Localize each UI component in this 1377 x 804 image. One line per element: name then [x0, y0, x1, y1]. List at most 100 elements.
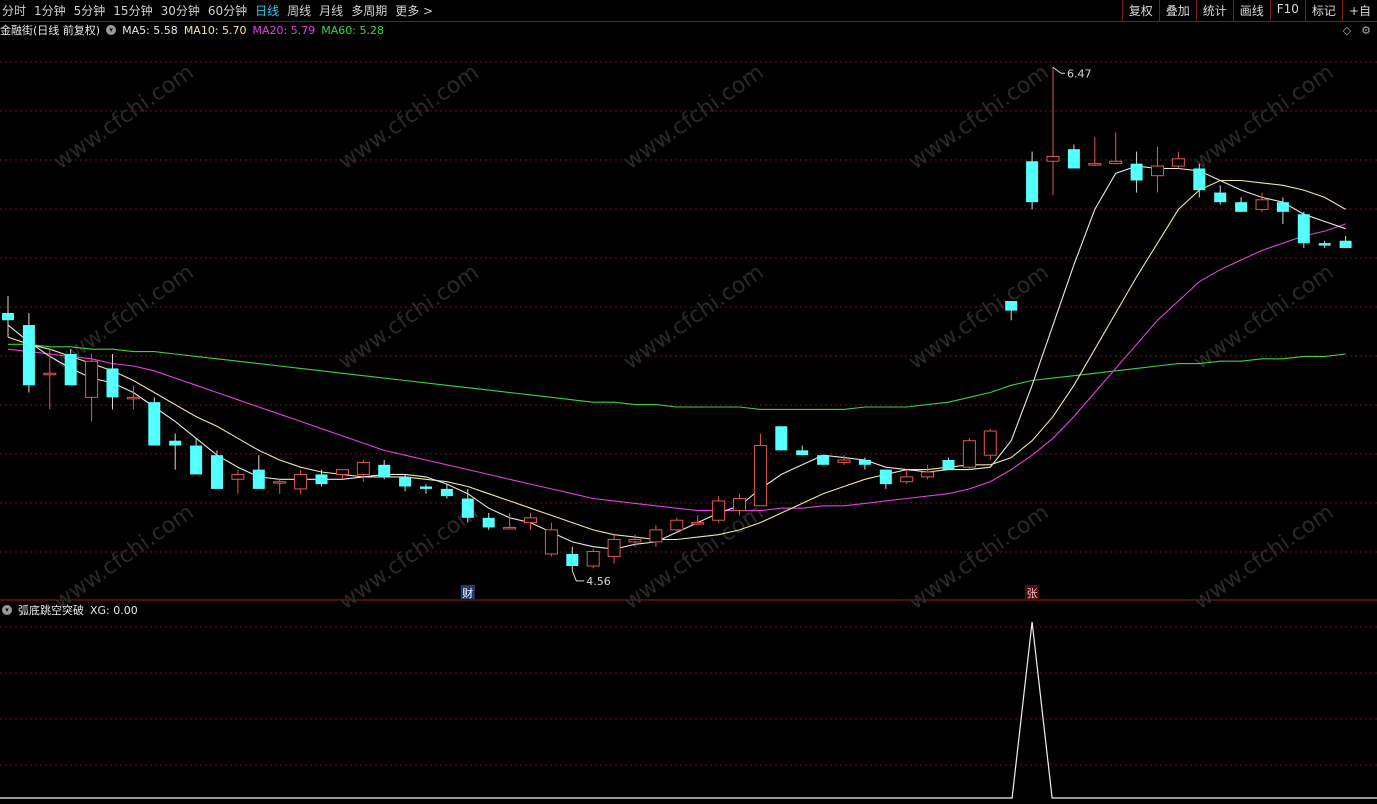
candle	[1339, 235, 1352, 248]
candle-body	[817, 455, 830, 465]
candle-body	[356, 461, 370, 475]
candle-body	[753, 445, 767, 507]
watermark-text: www.cfchi.com	[904, 260, 1053, 375]
restore-rights-button[interactable]: 复权	[1121, 0, 1159, 21]
candle-body	[544, 529, 558, 555]
candle	[1171, 151, 1185, 169]
candle-body	[566, 553, 579, 566]
candle	[399, 474, 412, 492]
candle-body	[649, 529, 663, 543]
candle	[586, 549, 600, 569]
watermark-text: www.cfchi.com	[619, 500, 768, 615]
candle	[566, 546, 579, 571]
candle-body	[315, 474, 328, 485]
watermark-text: www.cfchi.com	[334, 260, 483, 375]
candle	[64, 349, 77, 386]
low-price-label: 4.56	[586, 575, 611, 588]
candle-body	[190, 445, 203, 475]
candle-body	[1046, 155, 1060, 162]
indicator-info-line: ▾ 弧底跳空突破 XG: 0.00	[0, 602, 138, 618]
f10-button[interactable]: F10	[1269, 0, 1305, 21]
candle	[524, 512, 537, 530]
candle-body	[858, 459, 871, 465]
candle	[2, 296, 14, 338]
candle-body	[691, 522, 705, 525]
candle	[1130, 151, 1143, 193]
candle	[482, 512, 495, 530]
ma5-label: MA5: 5.58	[122, 23, 178, 37]
diamond-icon[interactable]: ◇	[1343, 24, 1351, 37]
tab-15min[interactable]: 15分钟	[113, 2, 152, 19]
candle-body	[461, 498, 474, 518]
main-info-line: 金融街(日线 前复权) ▾ MA5: 5.58 MA10: 5.70 MA20:…	[0, 22, 384, 38]
tab-weekly[interactable]: 周线	[287, 2, 311, 19]
watermark-text: www.cfchi.com	[619, 260, 768, 375]
xg-signal-line	[0, 621, 1377, 799]
candle-body	[85, 360, 99, 398]
candle	[420, 484, 432, 494]
candle-body	[1193, 168, 1206, 191]
candle-body	[796, 450, 809, 456]
candle-body	[106, 368, 119, 398]
tab-60min[interactable]: 60分钟	[208, 2, 247, 19]
candle-body	[440, 488, 453, 497]
candle-body	[273, 481, 287, 484]
candle-body	[43, 372, 57, 376]
candle-body	[1005, 300, 1018, 311]
tab-multi-period[interactable]: 多周期	[351, 2, 387, 19]
statistics-button[interactable]: 统计	[1195, 0, 1233, 21]
candle-body	[628, 538, 642, 543]
candle-body	[733, 498, 746, 512]
gear-icon[interactable]: ⚙	[1361, 24, 1371, 37]
watermark-text: www.cfchi.com	[904, 60, 1053, 175]
period-tabs: 分时 1分钟 5分钟 15分钟 30分钟 60分钟 日线 周线 月线 多周期 更…	[2, 2, 433, 19]
right-tools: 复权 叠加 统计 画线 F10 标记 +自	[1121, 0, 1377, 21]
draw-line-button[interactable]: 画线	[1232, 0, 1270, 21]
candle-body	[335, 469, 349, 475]
tab-1min[interactable]: 1分钟	[34, 2, 66, 19]
candle-body	[879, 469, 892, 485]
candle	[85, 353, 99, 422]
mark-button[interactable]: 标记	[1304, 0, 1342, 21]
candle-body	[921, 471, 935, 478]
settings-dot-icon[interactable]: ▾	[106, 25, 117, 35]
candle-body	[900, 476, 914, 483]
watermark-text: www.cfchi.com	[49, 500, 198, 615]
candle-body	[1339, 240, 1352, 248]
candle	[126, 385, 140, 410]
candle	[900, 469, 914, 485]
tab-more[interactable]: 更多 >	[395, 2, 433, 19]
candle-body	[1171, 158, 1185, 167]
candle-body	[1067, 149, 1080, 169]
candle	[252, 455, 265, 489]
candle	[461, 488, 474, 523]
tab-30min[interactable]: 30分钟	[161, 2, 200, 19]
tab-daily[interactable]: 日线	[255, 2, 279, 19]
tab-monthly[interactable]: 月线	[319, 2, 343, 19]
candle-body	[1276, 202, 1289, 212]
tab-fenshi[interactable]: 分时	[2, 2, 26, 19]
candle-body	[420, 486, 432, 489]
candle-body	[670, 519, 684, 531]
indicator-value: XG: 0.00	[90, 603, 138, 617]
overlay-button[interactable]: 叠加	[1158, 0, 1196, 21]
candle	[169, 433, 182, 470]
candle	[796, 445, 809, 456]
ma10-line	[7, 179, 1346, 541]
candle	[1109, 132, 1123, 165]
add-custom-button[interactable]: +自	[1341, 0, 1377, 21]
tab-5min[interactable]: 5分钟	[74, 2, 106, 19]
kline-chart[interactable]: www.cfchi.com www.cfchi.com www.cfchi.com w…	[0, 0, 1377, 804]
candle	[1214, 185, 1227, 205]
candle-body	[211, 455, 223, 489]
candle-body	[1088, 163, 1102, 166]
candle	[1318, 240, 1331, 248]
candle	[356, 459, 370, 482]
candle	[148, 397, 161, 446]
corner-icons: ◇ ⚙	[1343, 24, 1371, 37]
candle	[753, 433, 767, 507]
event-marker-zhang: 张	[1025, 585, 1040, 600]
top-toolbar: 分时 1分钟 5分钟 15分钟 30分钟 60分钟 日线 周线 月线 多周期 更…	[0, 0, 1377, 22]
candle-body	[1297, 214, 1310, 244]
indicator-dot-icon[interactable]: ▾	[2, 605, 12, 615]
